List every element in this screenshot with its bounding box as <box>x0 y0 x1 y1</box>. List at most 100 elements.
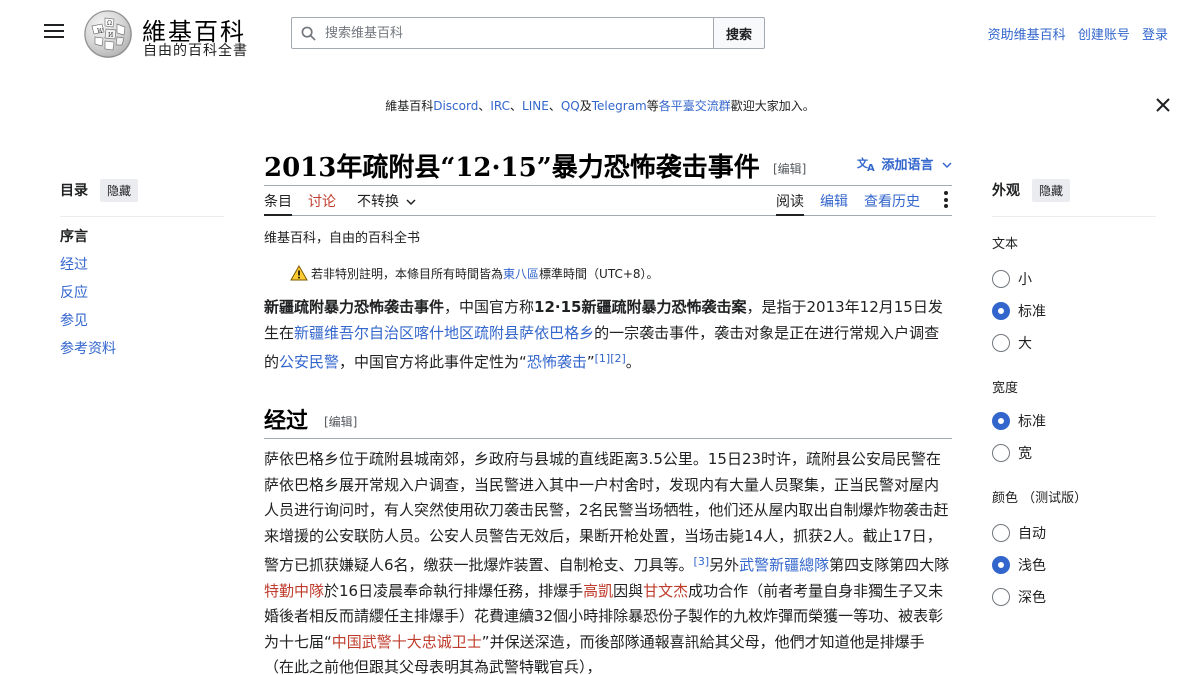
svg-text:W: W <box>97 28 104 35</box>
radio-button[interactable] <box>992 270 1010 288</box>
option-label: 标准 <box>1018 304 1046 320</box>
site-notice: 維基百科Discord、IRC、LINE、QQ及Telegram等各平臺交流群歡… <box>0 97 1200 114</box>
tab-talk[interactable]: 讨论 <box>308 191 336 216</box>
text: ，中国官方称 <box>444 298 535 316</box>
text: 因與 <box>613 581 644 600</box>
radio-button[interactable] <box>992 444 1010 462</box>
width-label: 宽度 <box>992 381 1019 396</box>
platforms-link[interactable]: 各平臺交流群 <box>659 99 731 113</box>
color-auto-option[interactable]: 自动 <box>992 517 1156 549</box>
irc-link[interactable]: IRC <box>490 99 510 113</box>
toc-item-process[interactable]: 经过 <box>60 251 224 279</box>
text-size-label: 文本 <box>992 237 1019 252</box>
donate-link[interactable]: 资助维基百科 <box>988 28 1066 43</box>
kashgar-link[interactable]: 喀什地区 <box>414 324 474 342</box>
toc-item-reaction[interactable]: 反应 <box>60 279 224 307</box>
toc-item-references[interactable]: 参考资料 <box>60 335 224 363</box>
title-edit-link[interactable]: [编辑] <box>773 160 806 177</box>
toc-item-see-also[interactable]: 参见 <box>60 307 224 335</box>
close-icon[interactable] <box>1154 96 1172 114</box>
title-bar: 2013年疏附县“12·15”暴力恐怖袭击事件 [编辑] 文 A 添加语言 <box>264 144 952 186</box>
radio-button-selected[interactable] <box>992 556 1010 574</box>
section-edit-link[interactable]: [编辑] <box>324 413 357 430</box>
tab-history[interactable]: 查看历史 <box>864 191 920 216</box>
special-squad-link[interactable]: 特勤中隊 <box>264 582 324 600</box>
text-size-small-option[interactable]: 小 <box>992 263 1156 295</box>
table-of-contents: 目录 隐藏 序言 经过 反应 参见 参考资料 <box>60 178 224 363</box>
notice-suffix: 歡迎大家加入。 <box>730 99 815 113</box>
page-tabs: 条目 讨论 不转换 阅读 编辑 查看历史 <box>264 186 952 216</box>
saybag-link[interactable]: 萨依巴格乡 <box>519 324 594 342</box>
svg-text:И: И <box>108 32 113 39</box>
sep: 、 <box>478 99 491 113</box>
reference-2[interactable]: [2] <box>610 352 626 365</box>
more-actions-icon[interactable] <box>944 191 948 211</box>
text: 另外 <box>709 556 740 574</box>
chevron-down-icon <box>942 162 952 169</box>
color-dark-option[interactable]: 深色 <box>992 581 1156 613</box>
radio-button[interactable] <box>992 588 1010 606</box>
site-logo[interactable]: W Ω И 維基百科 自由的百科全書 <box>84 10 254 59</box>
discord-link[interactable]: Discord <box>433 99 478 113</box>
text: ，中国官方将此事件定性为“ <box>339 353 527 371</box>
create-account-link[interactable]: 创建账号 <box>1078 28 1130 43</box>
gan-wenjie-link[interactable]: 甘文杰 <box>643 582 688 600</box>
user-links: 资助维基百科 创建账号 登录 <box>980 24 1168 43</box>
tab-edit[interactable]: 编辑 <box>820 191 848 216</box>
body-paragraph: 萨依巴格乡位于疏附县城南郊，乡政府与县城的直线距离3.5公里。15日23时许，疏… <box>264 447 952 675</box>
radio-button-selected[interactable] <box>992 302 1010 320</box>
tab-article[interactable]: 条目 <box>264 191 292 216</box>
tab-read[interactable]: 阅读 <box>776 191 804 216</box>
sep: 、 <box>510 99 523 113</box>
login-link[interactable]: 登录 <box>1142 28 1168 43</box>
color-light-option[interactable]: 浅色 <box>992 549 1156 581</box>
loyal-guards-link[interactable]: 中国武警十大忠诚卫士 <box>332 633 482 651</box>
qq-link[interactable]: QQ <box>561 99 580 113</box>
text: 。 <box>625 353 641 371</box>
text: 於16日凌晨奉命執行排爆任務，排爆手 <box>324 581 584 600</box>
site-header: W Ω И 維基百科 自由的百科全書 搜索 资助维基百科 创建账号 登录 <box>0 0 1200 64</box>
variant-dropdown[interactable]: 不转换 <box>357 191 416 216</box>
search-input[interactable] <box>325 18 705 48</box>
utc8-link[interactable]: 東八區 <box>503 267 539 281</box>
shufu-link[interactable]: 疏附县 <box>474 324 519 342</box>
option-label: 宽 <box>1018 446 1032 462</box>
xinjiang-link[interactable]: 新疆维吾尔自治区 <box>294 324 414 342</box>
sep: 、 <box>548 99 561 113</box>
radio-button-selected[interactable] <box>992 412 1010 430</box>
wikipedia-globe-icon: W Ω И <box>84 10 132 58</box>
width-wide-option[interactable]: 宽 <box>992 437 1156 469</box>
etc-text: 等 <box>646 99 659 113</box>
terrorism-link[interactable]: 恐怖袭击 <box>527 353 587 371</box>
bold-term: 12·15新疆疏附暴力恐怖袭击案 <box>534 298 747 316</box>
warning-icon <box>290 265 308 281</box>
appearance-header: 外观 隐藏 <box>992 178 1156 217</box>
line-link[interactable]: LINE <box>522 99 549 113</box>
toc-header: 目录 隐藏 <box>60 178 224 217</box>
text-size-standard-option[interactable]: 标准 <box>992 295 1156 327</box>
telegram-link[interactable]: Telegram <box>592 99 647 113</box>
reference-1[interactable]: [1] <box>595 352 611 365</box>
search-button[interactable]: 搜索 <box>713 17 765 49</box>
text: 第四支隊第四大隊 <box>829 556 950 574</box>
gao-kai-link[interactable]: 高凱 <box>583 582 613 600</box>
option-label: 浅色 <box>1018 558 1046 574</box>
police-link[interactable]: 公安民警 <box>279 353 339 371</box>
translate-icon: 文 A <box>857 156 875 174</box>
section-heading: 经过 <box>264 408 309 434</box>
svg-text:A: A <box>867 163 875 172</box>
radio-button[interactable] <box>992 334 1010 352</box>
width-standard-option[interactable]: 标准 <box>992 405 1156 437</box>
option-label: 深色 <box>1018 590 1046 606</box>
toc-item-intro[interactable]: 序言 <box>60 223 224 251</box>
toc-hide-button[interactable]: 隐藏 <box>100 178 139 202</box>
text-size-large-option[interactable]: 大 <box>992 327 1156 359</box>
radio-button[interactable] <box>992 524 1010 542</box>
search-icon <box>301 26 316 41</box>
armed-police-link[interactable]: 武警新疆總隊 <box>739 556 829 574</box>
main-menu-icon[interactable] <box>44 24 64 40</box>
reference-3[interactable]: [3] <box>694 555 710 568</box>
appearance-hide-button[interactable]: 隐藏 <box>1032 178 1071 202</box>
add-languages-button[interactable]: 文 A 添加语言 <box>857 154 952 174</box>
bold-term: 新疆疏附暴力恐怖袭击事件 <box>264 298 445 316</box>
